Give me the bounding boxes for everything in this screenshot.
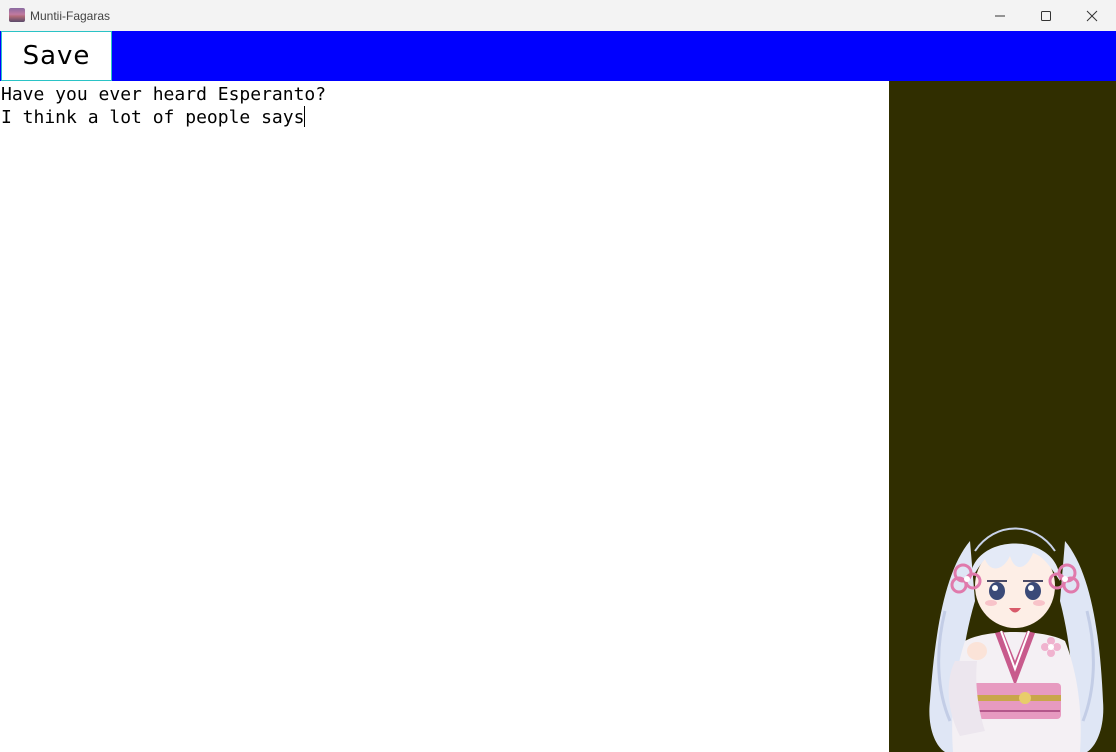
minimize-icon [995, 15, 1005, 16]
anime-girl-kimono-character [929, 527, 1104, 752]
save-button[interactable]: Save [1, 31, 112, 81]
maximize-icon [1041, 10, 1051, 21]
toolbar: Save [0, 31, 1116, 81]
window-title: Muntii-Fagaras [30, 9, 111, 23]
close-button[interactable] [1069, 0, 1115, 31]
app-window: Muntii-Fagaras Save Have you ever heard … [0, 0, 1116, 752]
side-panel [889, 81, 1116, 752]
text-caret [304, 106, 306, 127]
editor-line: Have you ever heard Esperanto? [1, 84, 327, 105]
title-bar[interactable]: Muntii-Fagaras [0, 0, 1116, 31]
editor-content[interactable]: Have you ever heard Esperanto? I think a… [1, 83, 326, 129]
landscape-app-icon [9, 8, 25, 22]
close-icon [1086, 10, 1098, 21]
editor-line: I think a lot of people says [1, 107, 305, 128]
minimize-button[interactable] [977, 0, 1023, 31]
text-editor[interactable]: Have you ever heard Esperanto? I think a… [0, 81, 889, 752]
maximize-button[interactable] [1023, 0, 1069, 31]
